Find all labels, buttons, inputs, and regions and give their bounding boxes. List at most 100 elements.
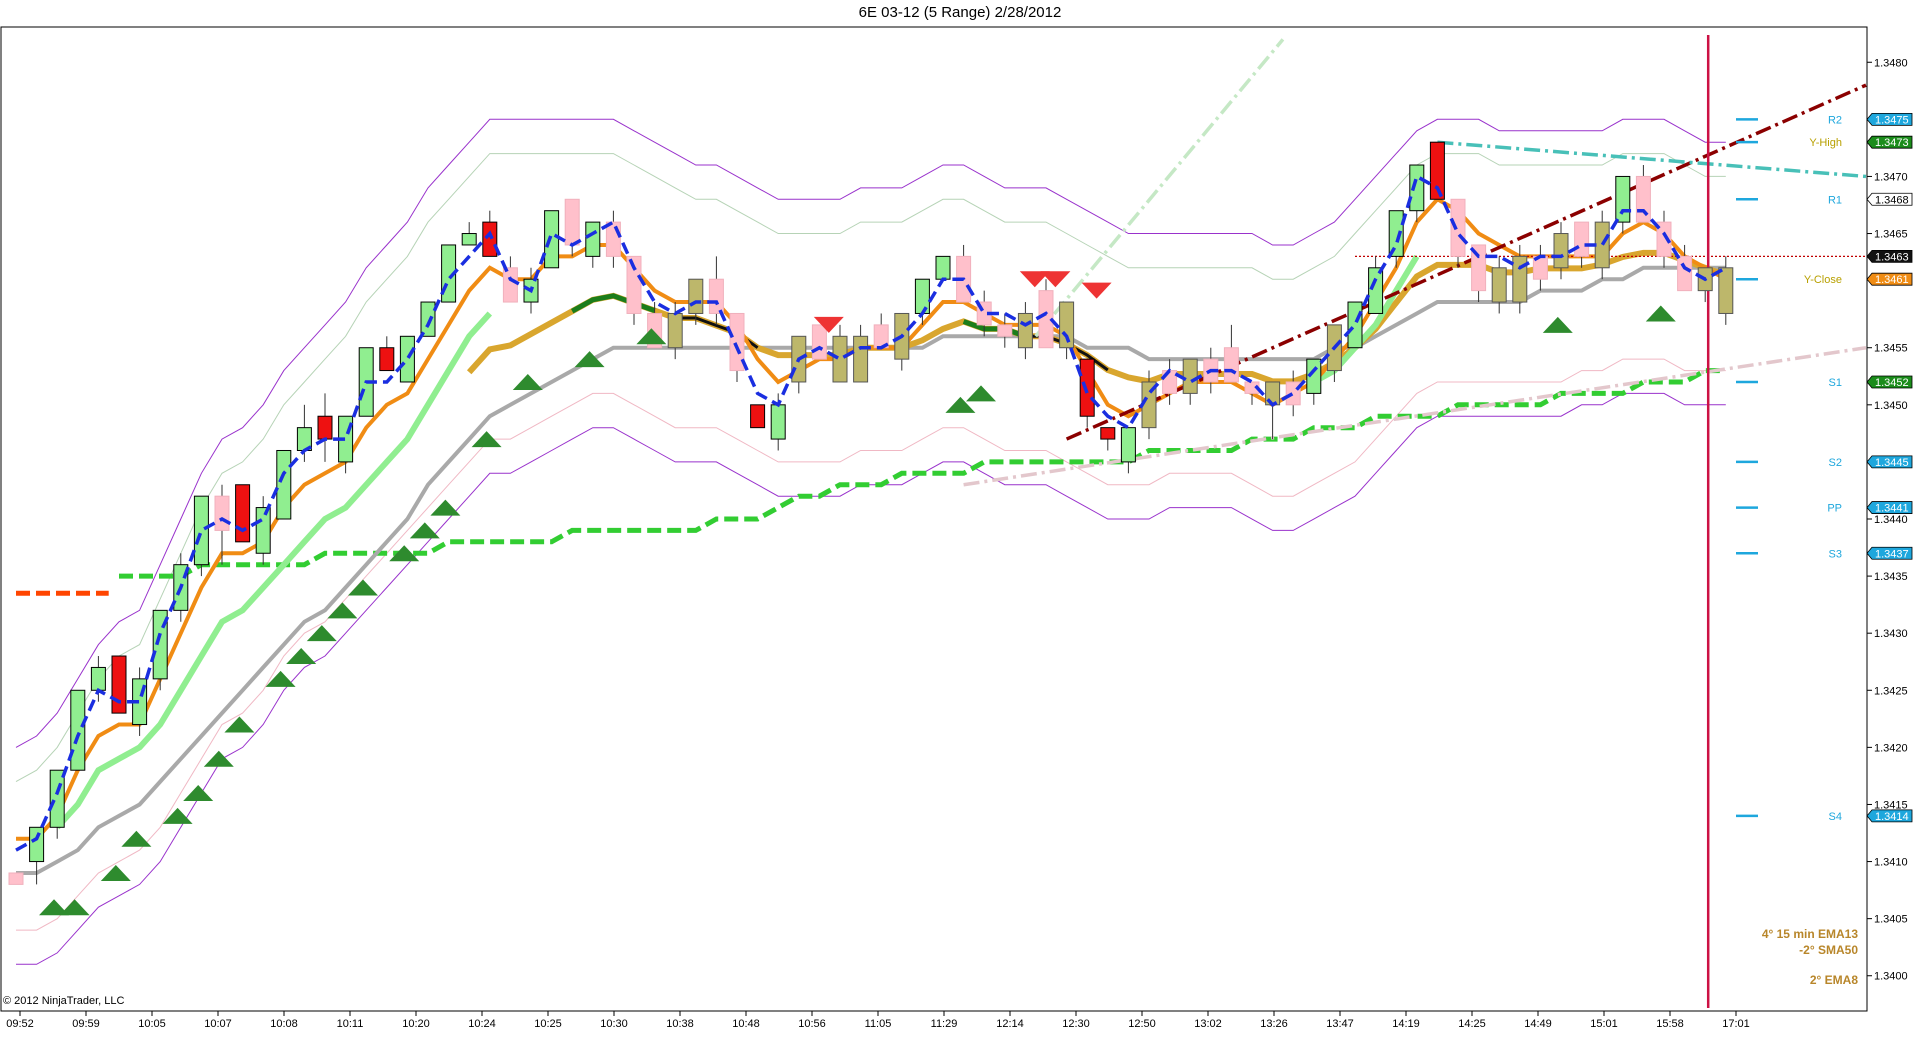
x-tick-label: 10:25 (534, 1018, 562, 1030)
candle-body (317, 415, 333, 440)
x-tick-label: 12:14 (996, 1018, 1024, 1030)
y-tick-label: 1.3410 (1874, 857, 1908, 869)
candle-body (1120, 427, 1136, 463)
candle-body (482, 221, 498, 257)
x-tick-label: 10:05 (138, 1018, 166, 1030)
candle-body (276, 449, 292, 520)
y-tick-label: 1.3415 (1874, 799, 1908, 811)
pivot-label: S4 (1829, 811, 1842, 823)
candle-body (688, 278, 704, 314)
candle-body (70, 689, 86, 771)
candle-body (832, 335, 848, 383)
price-marker-value: 1.3468 (1875, 194, 1909, 206)
x-tick-label: 10:56 (798, 1018, 826, 1030)
price-marker-value: 1.3463 (1875, 251, 1909, 263)
candle-body (564, 198, 580, 246)
x-tick-label: 15:01 (1590, 1018, 1618, 1030)
pivot-label: S3 (1829, 548, 1842, 560)
y-tick-label: 1.3455 (1874, 343, 1908, 355)
legend-line-ema8: 2° EMA8 (1809, 973, 1858, 987)
candle-body (1594, 221, 1610, 269)
x-tick-label: 10:30 (600, 1018, 628, 1030)
candle-body (708, 278, 724, 314)
y-tick-label: 1.3465 (1874, 229, 1908, 241)
x-tick-label: 14:25 (1458, 1018, 1486, 1030)
pivot-label: S1 (1829, 377, 1842, 389)
y-tick-label: 1.3400 (1874, 971, 1908, 983)
candle-body (544, 210, 560, 269)
price-marker-value: 1.3452 (1875, 377, 1909, 389)
price-marker-value: 1.3441 (1875, 503, 1909, 515)
x-axis: 09:52 09:59 10:05 10:07 10:08 10:11 10:20 10:24… (6, 1011, 1750, 1030)
x-tick-label: 09:52 (6, 1018, 34, 1030)
candle-body (1347, 301, 1363, 349)
price-marker-value: 1.3475 (1875, 114, 1909, 126)
candle-body (49, 769, 65, 828)
candle-body (1450, 198, 1466, 257)
x-tick-label: 10:11 (337, 1018, 364, 1030)
pivot-label: R2 (1828, 114, 1842, 126)
candle-body (1553, 233, 1569, 269)
candle-body (1615, 175, 1631, 223)
copyright-note: © 2012 NinjaTrader, LLC (3, 995, 125, 1007)
candle-body (1079, 358, 1095, 417)
price-marker-value: 1.3473 (1875, 137, 1909, 149)
legend-line-sma50: -2° SMA50 (1799, 943, 1858, 957)
pivot-label: S2 (1829, 457, 1842, 469)
y-tick-label: 1.3430 (1874, 628, 1908, 640)
candle-body (1574, 221, 1590, 257)
candle-body (214, 495, 230, 531)
candle-body (585, 221, 601, 257)
price-marker-value: 1.3414 (1875, 811, 1909, 823)
candle-body (399, 335, 415, 383)
x-tick-label: 12:50 (1128, 1018, 1156, 1030)
candle-body (502, 267, 518, 303)
candle-body (1017, 312, 1033, 349)
candle-body (605, 221, 621, 257)
y-tick-label: 1.3425 (1874, 685, 1908, 697)
candle-body (770, 404, 786, 440)
candle-body (853, 335, 869, 383)
candle-body (1368, 267, 1384, 314)
x-tick-label: 11:05 (865, 1018, 892, 1030)
legend-line-ema13: 4° 15 min EMA13 (1761, 927, 1858, 941)
x-tick-label: 10:38 (666, 1018, 694, 1030)
x-tick-label: 14:49 (1524, 1018, 1552, 1030)
y-tick-label: 1.3440 (1874, 514, 1908, 526)
y-tick-label: 1.3435 (1874, 571, 1908, 583)
candle-body (420, 301, 436, 337)
price-marker-value: 1.3461 (1875, 274, 1909, 286)
y-tick-label: 1.3420 (1874, 742, 1908, 754)
x-tick-label: 10:07 (204, 1018, 232, 1030)
x-tick-label: 13:47 (1326, 1018, 1354, 1030)
y-tick-label: 1.3480 (1874, 57, 1908, 69)
candle-body (29, 826, 45, 863)
candle-body (1718, 267, 1734, 314)
candle-body (1182, 358, 1198, 394)
candle-body (255, 507, 271, 554)
y-tick-label: 1.3405 (1874, 914, 1908, 926)
pivot-label: PP (1827, 503, 1842, 515)
y-tick-label: 1.3470 (1874, 171, 1908, 183)
candle-body (750, 404, 766, 429)
candle-body (379, 347, 395, 372)
x-tick-label: 10:08 (270, 1018, 298, 1030)
x-tick-label: 09:59 (72, 1018, 100, 1030)
candle-body (935, 255, 951, 280)
price-chart[interactable]: R2 1.3475 Y-High 1.3473 R1 1.3468 1.3463 Y-Clos… (0, 0, 1920, 1055)
candle-body (90, 666, 106, 691)
pivot-label: Y-High (1809, 137, 1842, 149)
price-marker-value: 1.3445 (1875, 457, 1909, 469)
candle-body (1677, 255, 1693, 292)
candle-body (811, 324, 827, 360)
x-tick-label: 13:26 (1260, 1018, 1288, 1030)
y-tick-label: 1.3450 (1874, 400, 1908, 412)
candle-body (1635, 175, 1651, 223)
candle-body (667, 312, 683, 349)
candle-body (1491, 267, 1507, 303)
candle-body (1223, 347, 1239, 383)
x-tick-label: 10:48 (732, 1018, 760, 1030)
price-marker-value: 1.3437 (1875, 548, 1909, 560)
candle-body (1100, 427, 1116, 440)
candle-body (235, 484, 251, 543)
